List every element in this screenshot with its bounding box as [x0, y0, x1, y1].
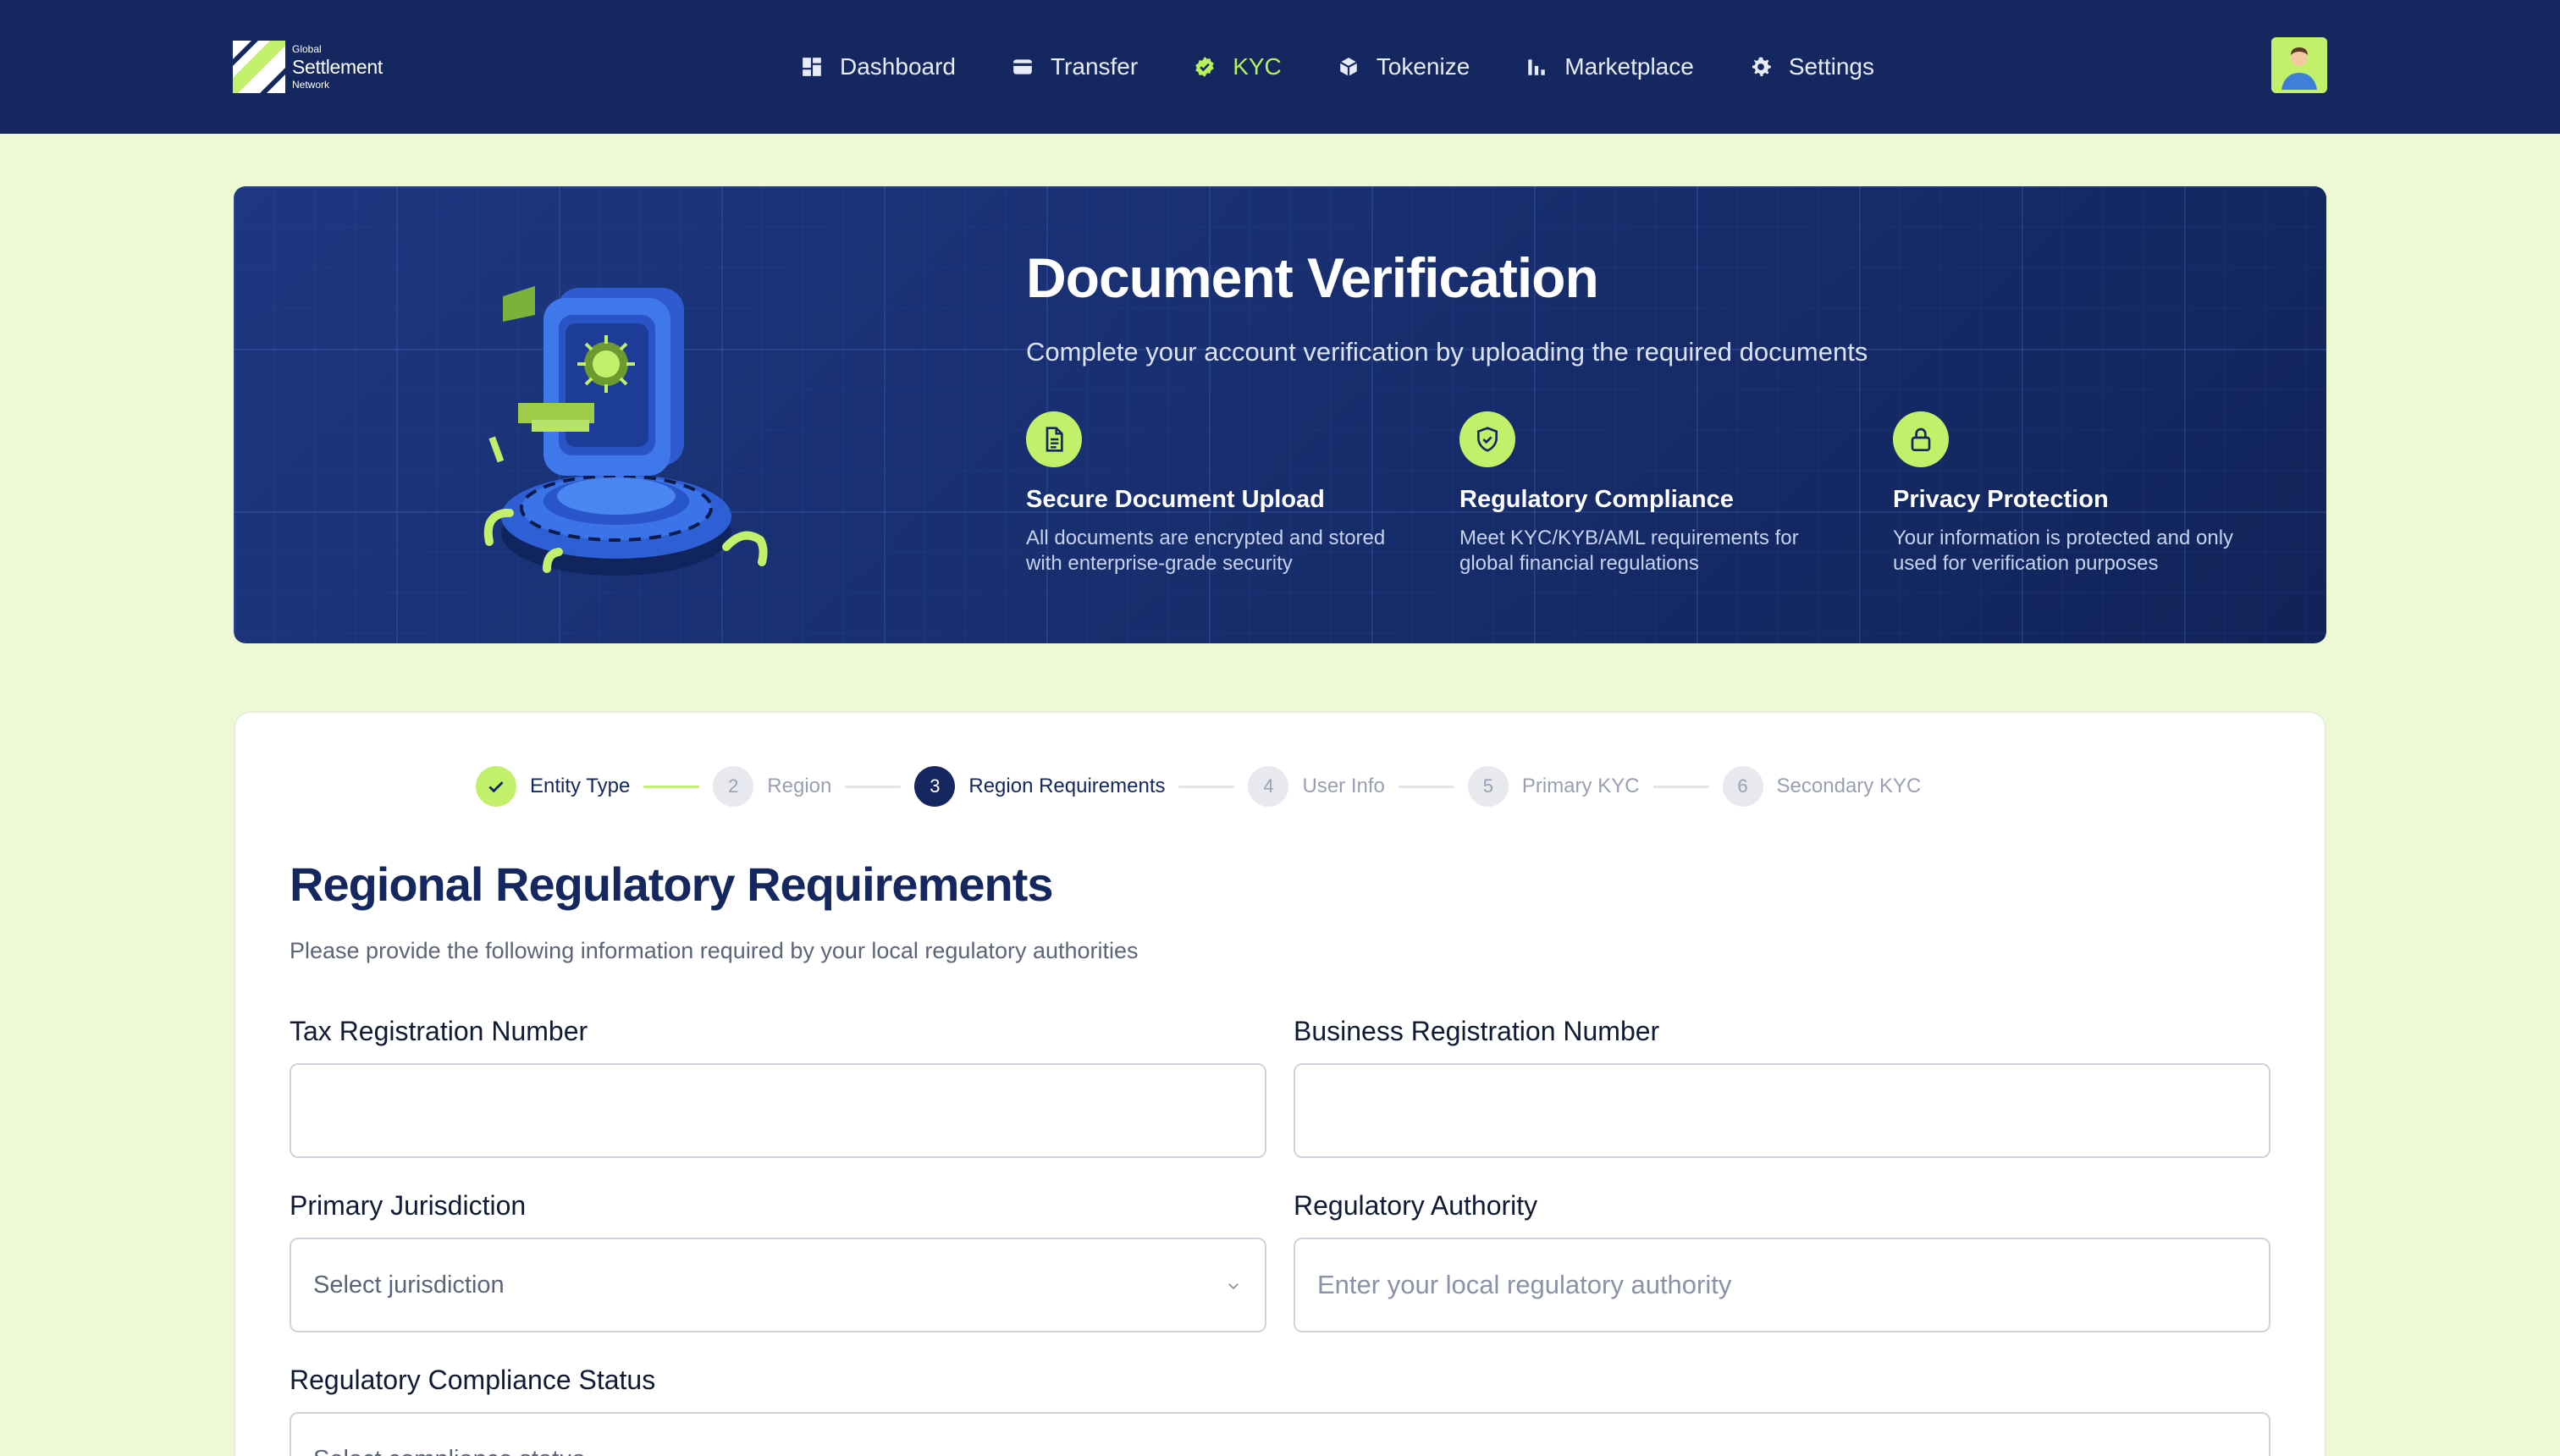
feature-desc-line: used for verification purposes	[1893, 551, 2291, 576]
feature-icon-badge	[1026, 411, 1082, 467]
step-connector	[845, 786, 901, 788]
feature-privacy-protection: Privacy Protection Your information is p…	[1893, 411, 2291, 576]
step-connector	[1653, 786, 1709, 788]
business-registration-input[interactable]	[1294, 1063, 2270, 1158]
logo-text-bottom: Network	[292, 80, 383, 90]
bar-chart-icon	[1526, 56, 1548, 78]
step-number: 6	[1723, 766, 1763, 807]
app-logo[interactable]: Global Settlement Network	[233, 41, 383, 93]
nav-label: Dashboard	[840, 53, 956, 80]
step-indicator	[476, 766, 516, 807]
step-number: 5	[1468, 766, 1509, 807]
top-navbar: Global Settlement Network Dashboard Tran…	[0, 0, 2560, 134]
step-number: 4	[1248, 766, 1288, 807]
nav-item-kyc[interactable]: KYC	[1194, 47, 1282, 86]
chevron-down-icon	[2230, 1453, 2245, 1456]
progress-stepper: Entity Type 2 Region 3 Region Requiremen…	[476, 765, 1921, 808]
step-connector	[1399, 786, 1454, 788]
feature-description: Meet KYC/KYB/AML requirements for global…	[1459, 526, 1857, 576]
logo-wordmark: Global Settlement Network	[292, 44, 383, 90]
tax-registration-input[interactable]	[290, 1063, 1266, 1158]
step-user-info[interactable]: 4 User Info	[1248, 765, 1384, 808]
feature-desc-line: Your information is protected and only	[1893, 526, 2291, 551]
hero-banner: Document Verification Complete your acco…	[234, 186, 2326, 643]
form-subtitle: Please provide the following information…	[290, 938, 1139, 964]
step-primary-kyc[interactable]: 5 Primary KYC	[1468, 765, 1640, 808]
step-label: Primary KYC	[1522, 775, 1640, 798]
step-label: Region Requirements	[968, 775, 1165, 798]
step-label: Region	[767, 775, 831, 798]
feature-icon-badge	[1893, 411, 1949, 467]
select-value: Select jurisdiction	[313, 1271, 505, 1299]
feature-desc-line: All documents are encrypted and stored	[1026, 526, 1424, 551]
step-region-requirements[interactable]: 3 Region Requirements	[914, 765, 1165, 808]
nav-label: Transfer	[1051, 53, 1138, 80]
chevron-down-icon	[1226, 1278, 1241, 1293]
feature-description: Your information is protected and only u…	[1893, 526, 2291, 576]
primary-jurisdiction-label: Primary Jurisdiction	[290, 1190, 526, 1222]
step-connector	[1178, 786, 1234, 788]
verified-badge-icon	[1194, 56, 1216, 78]
gear-icon	[1750, 56, 1772, 78]
feature-desc-line: Meet KYC/KYB/AML requirements for	[1459, 526, 1857, 551]
compliance-status-select[interactable]: Select compliance status	[290, 1412, 2270, 1456]
kyc-form-card: Entity Type 2 Region 3 Region Requiremen…	[234, 711, 2326, 1456]
nav-label: Marketplace	[1564, 53, 1694, 80]
step-secondary-kyc[interactable]: 6 Secondary KYC	[1723, 765, 1922, 808]
nav-item-tokenize[interactable]: Tokenize	[1338, 47, 1470, 86]
user-avatar[interactable]	[2271, 37, 2327, 93]
step-region[interactable]: 2 Region	[713, 765, 831, 808]
nav-item-marketplace[interactable]: Marketplace	[1526, 47, 1694, 86]
feature-title: Regulatory Compliance	[1459, 486, 1857, 514]
hero-subtitle: Complete your account verification by up…	[1026, 335, 1868, 369]
feature-title: Secure Document Upload	[1026, 486, 1424, 514]
card-icon	[1012, 56, 1034, 78]
logo-text-top: Global	[292, 44, 383, 54]
regulatory-authority-label: Regulatory Authority	[1294, 1190, 1537, 1222]
check-icon	[485, 775, 507, 797]
vault-illustration	[455, 254, 845, 609]
lock-icon	[1907, 426, 1934, 453]
nav-item-transfer[interactable]: Transfer	[1012, 47, 1138, 86]
business-registration-label: Business Registration Number	[1294, 1016, 1659, 1047]
feature-desc-line: global financial regulations	[1459, 551, 1857, 576]
nav-label: Settings	[1789, 53, 1874, 80]
document-icon	[1040, 426, 1068, 453]
step-label: User Info	[1302, 775, 1384, 798]
compliance-status-label: Regulatory Compliance Status	[290, 1365, 655, 1396]
select-value: Select compliance status	[313, 1446, 585, 1456]
step-label: Secondary KYC	[1777, 775, 1922, 798]
feature-regulatory-compliance: Regulatory Compliance Meet KYC/KYB/AML r…	[1459, 411, 1857, 576]
step-number: 2	[713, 766, 753, 807]
nav-label: Tokenize	[1377, 53, 1470, 80]
step-connector	[643, 786, 699, 788]
primary-jurisdiction-select[interactable]: Select jurisdiction	[290, 1238, 1266, 1332]
main-nav: Dashboard Transfer KYC Tokenize Marketpl…	[801, 47, 1930, 86]
shield-check-icon	[1474, 426, 1501, 453]
logo-text-main: Settlement	[292, 58, 383, 77]
cube-icon	[1338, 56, 1360, 78]
feature-desc-line: with enterprise-grade security	[1026, 551, 1424, 576]
nav-label: KYC	[1233, 53, 1282, 80]
step-number: 3	[914, 766, 955, 807]
logo-mark-icon	[233, 41, 285, 93]
feature-title: Privacy Protection	[1893, 486, 2291, 514]
hero-title: Document Verification	[1026, 247, 1598, 309]
feature-description: All documents are encrypted and stored w…	[1026, 526, 1424, 576]
tax-registration-label: Tax Registration Number	[290, 1016, 588, 1047]
feature-icon-badge	[1459, 411, 1515, 467]
feature-secure-upload: Secure Document Upload All documents are…	[1026, 411, 1424, 576]
user-avatar-icon	[2271, 37, 2327, 93]
nav-item-settings[interactable]: Settings	[1750, 47, 1874, 86]
nav-item-dashboard[interactable]: Dashboard	[801, 47, 956, 86]
dashboard-icon	[801, 56, 823, 78]
step-entity-type[interactable]: Entity Type	[476, 765, 630, 808]
form-title: Regional Regulatory Requirements	[290, 857, 1053, 912]
regulatory-authority-input[interactable]	[1294, 1238, 2270, 1332]
step-label: Entity Type	[530, 775, 630, 798]
